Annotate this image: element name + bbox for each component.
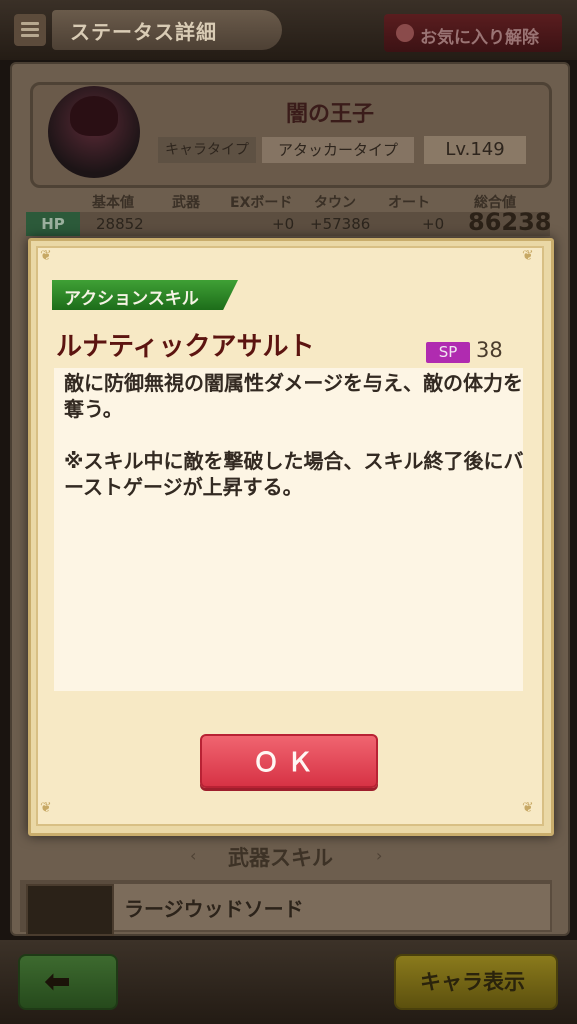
character-level: Lv.149 [424,136,526,164]
menu-button[interactable] [14,14,46,46]
weapon-name: ラージウッドソード [124,897,304,921]
sp-value: 38 [476,338,503,362]
chevron-right-icon[interactable]: › [376,846,382,865]
hp-total-value: 86238 [468,208,552,236]
stat-header-ex-board: EXボード [230,195,293,211]
status-detail-screen: ステータス詳細 お気に入り解除 闇の王子 キャラタイプ アタッカータイプ Lv.… [0,0,577,1024]
character-type-label: キャラタイプ [158,137,256,163]
character-portrait-hair [70,96,118,136]
ok-button-label: ＯＫ [252,748,321,778]
weapon-thumbnail [26,884,114,936]
skill-category-label: アクションスキル [64,289,199,309]
corner-ornament-icon: ❦ [40,248,52,264]
hp-label: HP [26,212,80,236]
weapon-skill-title: 武器スキル [228,846,333,870]
character-type-value: アタッカータイプ [262,137,414,163]
skill-name: ルナティックアサルト [56,332,315,362]
chevron-left-icon[interactable]: ‹ [190,846,196,865]
hp-base-value: 28852 [96,215,144,233]
skill-description: 敵に防御無視の闇属性ダメージを与え、敵の体力を奪う。 ※スキル中に敵を撃破した場… [64,370,524,526]
stat-header-town: タウン [314,195,356,211]
skill-description-line: ※スキル中に敵を撃破した場合、スキル終了後にバーストゲージが上昇する。 [64,449,524,499]
page-title: ステータス詳細 [70,20,217,44]
hp-town-value: +57386 [310,215,371,233]
corner-ornament-icon: ❦ [40,800,52,816]
heart-icon [396,24,414,42]
hp-ex-board-value: +0 [272,215,295,233]
corner-ornament-icon: ❦ [522,248,534,264]
menu-icon [21,22,39,25]
stat-header-weapon: 武器 [172,195,200,211]
hp-auto-value: +0 [422,215,445,233]
arrow-left-icon: ⬅ [44,962,71,1000]
favorite-remove-label: お気に入り解除 [420,28,539,48]
stat-header-base: 基本値 [92,195,134,211]
character-name: 闇の王子 [286,102,375,127]
corner-ornament-icon: ❦ [522,800,534,816]
skill-description-line: 敵に防御無視の闇属性ダメージを与え、敵の体力を奪う。 [64,371,523,421]
character-view-label: キャラ表示 [420,970,525,994]
stat-header-auto: オート [388,195,430,211]
sp-badge: SP [426,342,470,363]
